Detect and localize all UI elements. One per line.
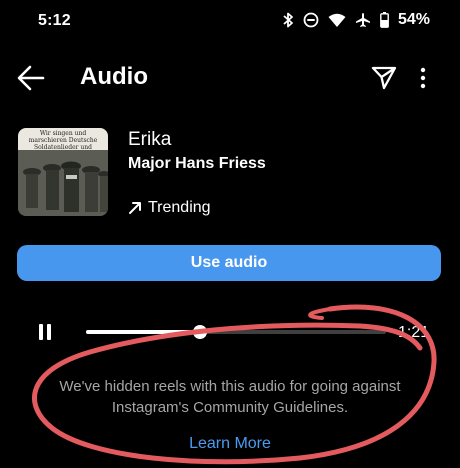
soldiers-photo xyxy=(18,150,108,216)
status-time: 5:12 xyxy=(38,12,71,29)
arrow-left-icon xyxy=(17,65,45,91)
do-not-disturb-icon xyxy=(303,12,319,28)
use-audio-button[interactable]: Use audio xyxy=(17,245,441,281)
audio-title: Erika xyxy=(128,129,172,150)
back-button[interactable] xyxy=(16,64,46,92)
bluetooth-icon xyxy=(283,12,293,28)
arrow-up-right-icon xyxy=(129,202,141,214)
battery-percentage: 54% xyxy=(397,11,430,28)
pause-button[interactable] xyxy=(38,324,52,340)
more-options-button[interactable] xyxy=(415,66,431,90)
learn-more-link[interactable]: Learn More xyxy=(0,435,460,453)
progress-fill xyxy=(86,330,200,334)
page-title: Audio xyxy=(80,63,148,90)
trending-label: Trending xyxy=(148,199,211,216)
audio-duration: 1:21 xyxy=(398,324,430,341)
pause-icon xyxy=(39,324,43,340)
paper-plane-icon xyxy=(371,66,397,90)
more-vertical-icon xyxy=(420,67,426,89)
wifi-icon xyxy=(328,13,346,27)
trending-badge: Trending xyxy=(128,199,211,217)
status-icons: 54% xyxy=(282,11,430,29)
progress-thumb[interactable] xyxy=(193,325,207,339)
share-button[interactable] xyxy=(370,64,398,92)
album-cover[interactable]: Wir singen und marschieren Deutsche Sold… xyxy=(18,128,108,216)
battery-icon xyxy=(380,12,389,28)
pause-icon-bar xyxy=(47,324,51,340)
audio-artist[interactable]: Major Hans Friess xyxy=(128,155,266,173)
airplane-mode-icon xyxy=(355,13,370,27)
hidden-reels-message: We've hidden reels with this audio for g… xyxy=(59,378,401,416)
